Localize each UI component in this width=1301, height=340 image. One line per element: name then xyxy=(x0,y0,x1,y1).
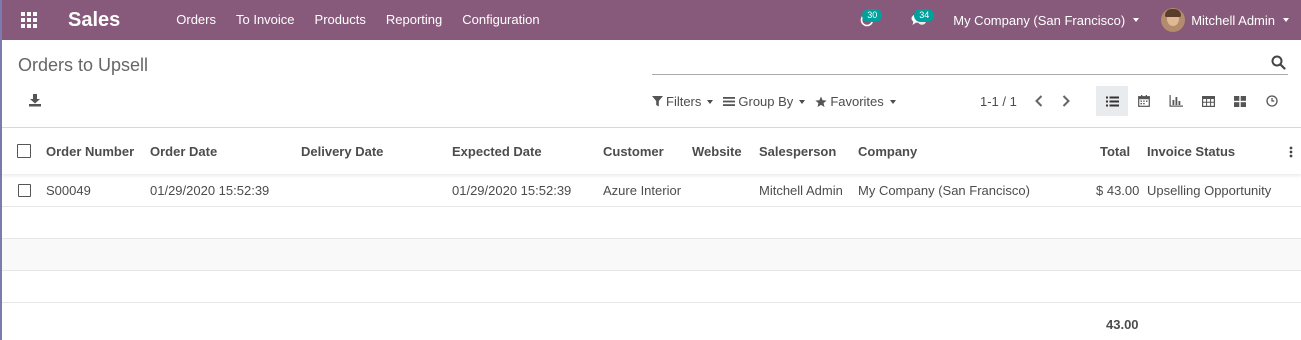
app-frame: Sales Orders To Invoice Products Reporti… xyxy=(0,0,1301,340)
empty-row xyxy=(2,271,1301,303)
app-title: Sales xyxy=(68,8,121,31)
menu-products[interactable]: Products xyxy=(305,0,376,40)
order-number-cell: S00049 xyxy=(46,182,91,198)
apps-menu-button[interactable] xyxy=(2,0,56,40)
search-options: Filters Group By Favorites xyxy=(652,94,906,109)
list-view-button[interactable] xyxy=(1096,86,1128,116)
activity-view-button[interactable] xyxy=(1256,86,1288,116)
bar-chart-icon xyxy=(1169,95,1183,107)
caret-down-icon xyxy=(889,99,896,104)
activity-button[interactable]: 30 xyxy=(841,0,893,40)
systray: 30 34 My Company (San Francisco) Mitchel… xyxy=(841,0,1301,40)
menu-reporting[interactable]: Reporting xyxy=(376,0,452,40)
row-checkbox[interactable] xyxy=(18,183,31,197)
empty-row xyxy=(2,239,1301,271)
total-cell: $ 43.00 xyxy=(1096,182,1140,198)
table-footer: 43.00 xyxy=(2,303,1301,340)
activity-badge: 30 xyxy=(862,9,883,22)
footer-total: 43.00 xyxy=(1106,317,1139,332)
expected-date-cell: 01/29/2020 15:52:39 xyxy=(452,182,572,198)
column-header-delivery-date[interactable]: Delivery Date xyxy=(301,144,383,159)
kanban-icon xyxy=(1234,95,1246,107)
column-header-order-number[interactable]: Order Number xyxy=(46,144,134,159)
chevron-left-icon[interactable] xyxy=(1033,94,1045,108)
column-header-total[interactable]: Total xyxy=(1100,144,1130,159)
caret-down-icon xyxy=(1283,18,1289,22)
view-switcher xyxy=(1096,86,1288,116)
caret-down-icon xyxy=(1133,18,1140,22)
calendar-icon xyxy=(1138,95,1150,107)
select-all-checkbox[interactable] xyxy=(17,144,31,158)
user-menu[interactable]: Mitchell Admin xyxy=(1161,8,1289,32)
breadcrumb: Orders to Upsell xyxy=(18,55,149,75)
avatar xyxy=(1161,8,1186,32)
list-icon xyxy=(1105,96,1119,106)
graph-view-button[interactable] xyxy=(1160,86,1192,116)
company-name: My Company (San Francisco) xyxy=(953,12,1126,28)
column-header-expected-date[interactable]: Expected Date xyxy=(452,144,542,159)
chevron-right-icon[interactable] xyxy=(1060,94,1072,108)
bars-icon xyxy=(723,97,736,106)
order-date-cell: 01/29/2020 15:52:39 xyxy=(150,182,270,198)
control-panel: Orders to Upsell Filters Group By Favori… xyxy=(2,40,1301,128)
pivot-view-button[interactable] xyxy=(1192,86,1224,116)
download-icon[interactable] xyxy=(28,93,42,107)
kebab-icon[interactable] xyxy=(1289,146,1293,158)
column-header-company[interactable]: Company xyxy=(858,144,917,159)
search-bar xyxy=(652,53,1288,75)
favorites-button[interactable]: Favorites xyxy=(815,94,896,109)
top-navbar: Sales Orders To Invoice Products Reporti… xyxy=(2,0,1301,40)
user-name: Mitchell Admin xyxy=(1191,12,1275,28)
messaging-button[interactable]: 34 xyxy=(893,0,945,40)
empty-row xyxy=(2,207,1301,239)
company-cell: My Company (San Francisco) xyxy=(858,182,1030,198)
caret-down-icon xyxy=(799,99,806,104)
invoice-status-cell: Upselling Opportunity xyxy=(1147,182,1272,198)
column-header-invoice-status[interactable]: Invoice Status xyxy=(1147,144,1235,159)
filter-icon xyxy=(652,96,663,107)
customer-cell: Azure Interior xyxy=(603,182,682,198)
table-icon xyxy=(1201,95,1215,107)
filters-label: Filters xyxy=(666,94,702,109)
menu-to-invoice[interactable]: To Invoice xyxy=(226,0,305,40)
table-row[interactable]: S00049 01/29/2020 15:52:39 01/29/2020 15… xyxy=(2,174,1301,207)
company-switcher[interactable]: My Company (San Francisco) xyxy=(953,12,1140,28)
favorites-label: Favorites xyxy=(830,94,884,109)
pager-value[interactable]: 1-1 / 1 xyxy=(980,94,1017,109)
filters-button[interactable]: Filters xyxy=(652,94,714,109)
orders-table: Order Number Order Date Delivery Date Ex… xyxy=(2,128,1301,340)
messaging-badge: 34 xyxy=(914,9,935,22)
menu-orders[interactable]: Orders xyxy=(166,0,226,40)
clock-icon xyxy=(1266,95,1278,107)
search-icon[interactable] xyxy=(1271,55,1286,70)
group-by-button[interactable]: Group By xyxy=(723,94,806,109)
search-input[interactable] xyxy=(652,53,1252,73)
star-icon xyxy=(815,96,827,107)
table-header: Order Number Order Date Delivery Date Ex… xyxy=(2,128,1301,174)
calendar-view-button[interactable] xyxy=(1128,86,1160,116)
grid-icon xyxy=(21,12,37,28)
column-header-website[interactable]: Website xyxy=(692,144,742,159)
salesperson-cell: Mitchell Admin xyxy=(759,182,843,198)
group-by-label: Group By xyxy=(738,94,794,109)
column-header-order-date[interactable]: Order Date xyxy=(150,144,217,159)
column-header-salesperson[interactable]: Salesperson xyxy=(759,144,836,159)
column-header-customer[interactable]: Customer xyxy=(603,144,664,159)
kanban-view-button[interactable] xyxy=(1224,86,1256,116)
menu-configuration[interactable]: Configuration xyxy=(452,0,549,40)
caret-down-icon xyxy=(707,99,714,104)
